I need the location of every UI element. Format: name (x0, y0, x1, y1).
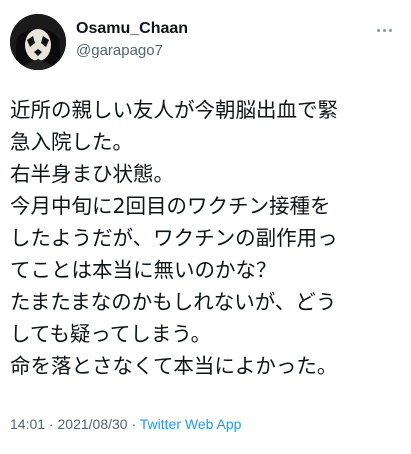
tweet-metadata: 14:01 · 2021/08/30 · Twitter Web App (10, 416, 241, 432)
tweet-line: 右半身まひ状態。 (10, 162, 174, 186)
tweet-line: 今月中旬に2回目のワクチン接種を (10, 194, 331, 218)
tweet-line: たまたまなのかもしれないが、どう (10, 290, 337, 314)
tweet-line: 急入院した。 (10, 130, 133, 154)
source-app-link[interactable]: Twitter Web App (140, 416, 242, 432)
separator: · (127, 416, 140, 432)
avatar[interactable] (10, 14, 66, 70)
tweet-time[interactable]: 14:01 (10, 416, 45, 432)
tweet-line: しても疑ってしまう。 (10, 322, 212, 346)
tweet-line: 命を落とさなくて本当によかった。 (10, 354, 338, 378)
tweet-text: 近所の親しい友人が今朝脳出血で緊 急入院した。 右半身まひ状態。 今月中旬に2回… (10, 94, 406, 382)
display-name[interactable]: Osamu_Chaan (76, 20, 188, 38)
tweet-line: したようだが、ワクチンの副作用っ (10, 226, 338, 250)
tweet-line: てことは本当に無いのかな？ (10, 258, 277, 282)
tweet-date[interactable]: 2021/08/30 (58, 416, 128, 432)
tweet-card: Osamu_Chaan @garapago7 近所の親しい友人が今朝脳出血で緊 … (0, 0, 411, 454)
user-handle[interactable]: @garapago7 (76, 42, 163, 59)
more-icon[interactable] (371, 20, 397, 40)
separator: · (45, 416, 58, 432)
face-paint-avatar-icon (10, 14, 66, 70)
tweet-line: 近所の親しい友人が今朝脳出血で緊 (10, 98, 338, 122)
